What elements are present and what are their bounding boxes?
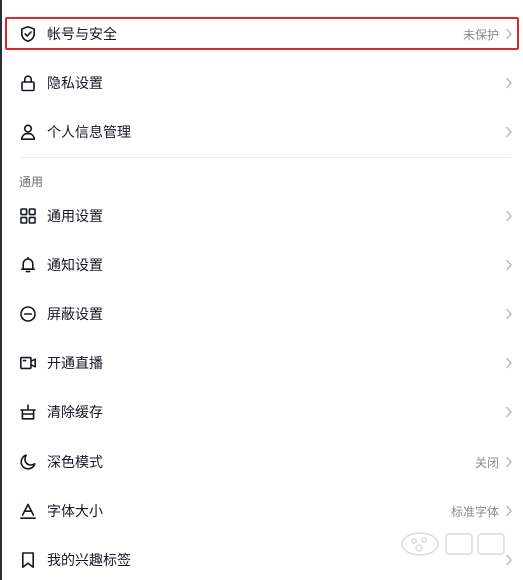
settings-item-general[interactable]: 通用设置 (19, 196, 513, 236)
chevron-right-icon (505, 259, 513, 271)
bookmark-icon (19, 551, 37, 569)
settings-item-label: 帐号与安全 (47, 27, 117, 43)
chevron-right-icon (505, 210, 513, 222)
settings-item-label: 通知设置 (47, 258, 103, 274)
settings-item-label: 清除缓存 (47, 405, 103, 421)
settings-item-label: 开通直播 (47, 356, 103, 372)
settings-item-value: 关闭 (474, 455, 499, 470)
block-icon (19, 305, 37, 323)
chevron-right-icon (505, 554, 513, 566)
grid-icon (19, 207, 37, 225)
chevron-right-icon (505, 77, 513, 89)
moon-icon (19, 453, 37, 471)
shield-check-icon (19, 25, 37, 43)
settings-item-clear-cache[interactable]: 清除缓存 (19, 392, 513, 432)
settings-item-dark-mode[interactable]: 深色模式 关闭 (19, 442, 513, 482)
settings-item-privacy[interactable]: 隐私设置 (19, 63, 513, 103)
video-camera-icon (19, 354, 37, 372)
basket-icon (19, 403, 37, 421)
settings-item-font-size[interactable]: 字体大小 标准字体 (19, 491, 513, 531)
settings-item-label: 字体大小 (47, 504, 103, 520)
settings-item-notifications[interactable]: 通知设置 (19, 245, 513, 285)
settings-item-interest-tags[interactable]: 我的兴趣标签 (19, 540, 513, 580)
settings-item-label: 屏蔽设置 (47, 307, 103, 323)
settings-item-label: 隐私设置 (47, 76, 103, 92)
settings-item-account-security[interactable]: 帐号与安全 未保护 (19, 14, 513, 54)
chevron-right-icon (505, 505, 513, 517)
chevron-right-icon (505, 28, 513, 40)
chevron-right-icon (505, 126, 513, 138)
person-icon (19, 123, 37, 141)
section-title-general: 通用 (19, 175, 44, 189)
settings-item-value: 未保护 (462, 27, 499, 42)
settings-item-live[interactable]: 开通直播 (19, 343, 513, 383)
section-divider (19, 157, 511, 158)
settings-item-personal-info[interactable]: 个人信息管理 (19, 112, 513, 152)
chevron-right-icon (505, 357, 513, 369)
settings-item-value: 标准字体 (450, 504, 499, 519)
lock-icon (19, 74, 37, 92)
left-edge-strip (0, 0, 2, 580)
settings-item-label: 通用设置 (47, 209, 103, 225)
bell-icon (19, 256, 37, 274)
settings-item-label: 个人信息管理 (47, 125, 131, 141)
font-size-icon (19, 502, 37, 520)
settings-item-label: 我的兴趣标签 (47, 553, 131, 569)
chevron-right-icon (505, 456, 513, 468)
settings-item-block[interactable]: 屏蔽设置 (19, 294, 513, 334)
settings-item-label: 深色模式 (47, 455, 103, 471)
chevron-right-icon (505, 406, 513, 418)
chevron-right-icon (505, 308, 513, 320)
